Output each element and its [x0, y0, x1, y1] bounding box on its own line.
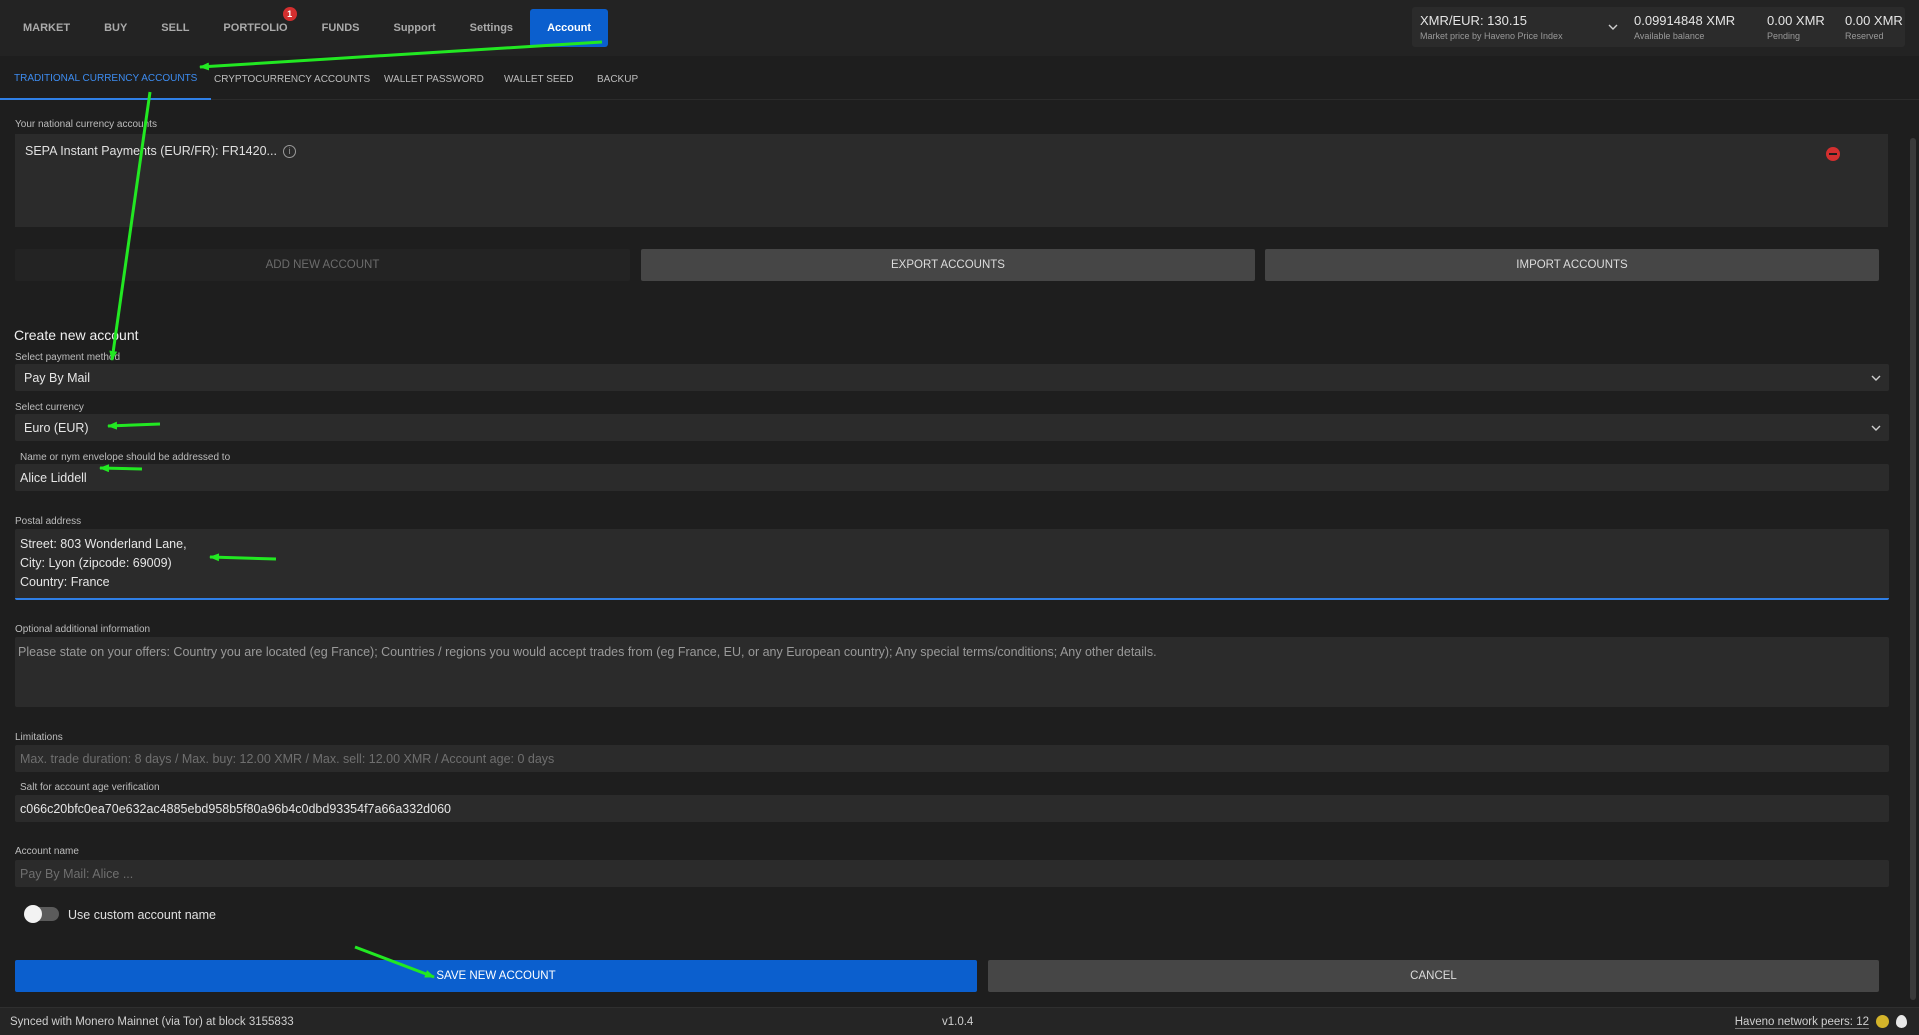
nav-portfolio[interactable]: PORTFOLIO 1	[206, 7, 304, 47]
limitations-label: Limitations	[15, 732, 63, 743]
app-version: v1.0.4	[942, 1016, 974, 1028]
reserved-balance: 0.00 XMR Reserved	[1845, 13, 1903, 41]
nav-market[interactable]: MARKET	[6, 9, 87, 47]
nav-sell-label: SELL	[161, 22, 190, 34]
pending-balance-caption: Pending	[1767, 31, 1801, 41]
pending-balance: 0.00 XMR Pending	[1767, 13, 1825, 41]
postal-address-line: Street: 803 Wonderland Lane,	[20, 537, 187, 551]
payment-method-value: Pay By Mail	[24, 370, 90, 385]
tab-backup[interactable]: BACKUP	[583, 58, 652, 100]
market-price-caption: Market price by Haveno Price Index	[1420, 31, 1563, 41]
available-balance-value: 0.09914848 XMR	[1634, 13, 1736, 28]
salt-input[interactable]: c066c20bfc0ea70e632ac4885ebd958b5f80a96b…	[15, 795, 1889, 822]
limitations-field: Max. trade duration: 8 days / Max. buy: …	[15, 745, 1889, 772]
create-account-title: Create new account	[14, 327, 139, 343]
status-bar: Synced with Monero Mainnet (via Tor) at …	[0, 1007, 1919, 1035]
tab-wallet-seed[interactable]: WALLET SEED	[490, 58, 587, 100]
account-name-placeholder: Pay By Mail: Alice ...	[20, 866, 134, 881]
additional-info-placeholder: Please state on your offers: Country you…	[18, 645, 1157, 659]
contact-name-label: Name or nym envelope should be addressed…	[20, 452, 231, 463]
postal-address-line: Country: France	[20, 575, 110, 589]
accounts-list: SEPA Instant Payments (EUR/FR): FR1420..…	[15, 134, 1888, 227]
portfolio-badge: 1	[282, 7, 297, 21]
chevron-down-icon	[1871, 375, 1881, 381]
monero-status-icon	[1876, 1015, 1889, 1028]
market-price-selector[interactable]: XMR/EUR: 130.15 Market price by Haveno P…	[1420, 13, 1618, 41]
nav-settings-label: Settings	[469, 22, 514, 34]
custom-account-name-toggle[interactable]	[24, 905, 59, 923]
custom-account-name-label: Use custom account name	[68, 908, 216, 922]
chevron-down-icon	[1608, 24, 1618, 30]
tab-cryptocurrency-accounts[interactable]: CRYPTOCURRENCY ACCOUNTS	[200, 58, 384, 100]
account-subtabs: TRADITIONAL CURRENCY ACCOUNTS CRYPTOCURR…	[0, 58, 1919, 100]
national-accounts-label: Your national currency accounts	[15, 119, 157, 130]
save-new-account-button[interactable]: SAVE NEW ACCOUNT	[15, 960, 977, 992]
nav-support-label: Support	[393, 22, 436, 34]
tab-wallet-password[interactable]: WALLET PASSWORD	[370, 58, 498, 100]
pending-balance-value: 0.00 XMR	[1767, 13, 1825, 28]
nav-funds[interactable]: FUNDS	[305, 9, 377, 47]
network-peers-link[interactable]: Haveno network peers: 12	[1734, 1016, 1869, 1029]
main-nav: MARKET BUY SELL PORTFOLIO 1 FUNDS Suppor…	[6, 7, 609, 47]
payment-method-label: Select payment method	[15, 352, 121, 363]
scrollbar-thumb[interactable]	[1910, 138, 1916, 1000]
scrollbar[interactable]	[1908, 100, 1919, 1005]
salt-value: c066c20bfc0ea70e632ac4885ebd958b5f80a96b…	[20, 801, 451, 816]
currency-label: Select currency	[15, 402, 84, 413]
currency-select[interactable]: Euro (EUR)	[15, 414, 1889, 441]
chevron-down-icon	[1871, 425, 1881, 431]
export-accounts-button[interactable]: EXPORT ACCOUNTS	[641, 249, 1255, 281]
available-balance-caption: Available balance	[1634, 31, 1705, 41]
salt-label: Salt for account age verification	[20, 782, 160, 793]
account-name-label: Account name	[15, 846, 79, 857]
postal-address-label: Postal address	[15, 516, 82, 527]
reserved-balance-caption: Reserved	[1845, 31, 1884, 41]
account-item-label: SEPA Instant Payments (EUR/FR): FR1420..…	[25, 144, 277, 158]
nav-settings[interactable]: Settings	[453, 9, 530, 47]
list-item[interactable]: SEPA Instant Payments (EUR/FR): FR1420..…	[25, 144, 296, 158]
tab-traditional-currency-accounts[interactable]: TRADITIONAL CURRENCY ACCOUNTS	[0, 58, 212, 100]
toggle-knob	[24, 905, 42, 923]
nav-funds-label: FUNDS	[321, 22, 360, 34]
sync-status: Synced with Monero Mainnet (via Tor) at …	[10, 1016, 294, 1028]
info-icon[interactable]: i	[282, 144, 296, 158]
available-balance: 0.09914848 XMR Available balance	[1634, 13, 1735, 41]
nav-support[interactable]: Support	[376, 9, 452, 47]
import-accounts-button[interactable]: IMPORT ACCOUNTS	[1265, 249, 1879, 281]
nav-account[interactable]: Account	[530, 9, 609, 47]
balance-panel: XMR/EUR: 130.15 Market price by Haveno P…	[1412, 7, 1905, 47]
nav-account-label: Account	[547, 22, 592, 34]
payment-method-select[interactable]: Pay By Mail	[15, 364, 1889, 391]
top-bar: MARKET BUY SELL PORTFOLIO 1 FUNDS Suppor…	[0, 0, 1919, 56]
reserved-balance-value: 0.00 XMR	[1845, 13, 1903, 28]
postal-address-input[interactable]: Street: 803 Wonderland Lane, City: Lyon …	[15, 529, 1889, 600]
contact-name-input[interactable]: Alice Liddell	[15, 464, 1889, 491]
market-price-value: XMR/EUR: 130.15	[1420, 13, 1527, 28]
remove-icon[interactable]	[1826, 147, 1840, 161]
cancel-button[interactable]: CANCEL	[988, 960, 1879, 992]
nav-buy-label: BUY	[104, 22, 128, 34]
postal-address-line: City: Lyon (zipcode: 69009)	[20, 556, 172, 570]
currency-value: Euro (EUR)	[24, 420, 89, 435]
add-new-account-button[interactable]: ADD NEW ACCOUNT	[15, 249, 630, 281]
additional-info-label: Optional additional information	[15, 624, 151, 635]
tor-onion-icon	[1896, 1015, 1907, 1028]
limitations-value: Max. trade duration: 8 days / Max. buy: …	[20, 751, 555, 766]
nav-market-label: MARKET	[23, 22, 71, 34]
nav-sell[interactable]: SELL	[144, 9, 206, 47]
contact-name-value: Alice Liddell	[20, 470, 87, 485]
account-name-input[interactable]: Pay By Mail: Alice ...	[15, 860, 1889, 887]
nav-buy[interactable]: BUY	[87, 9, 144, 47]
nav-portfolio-label: PORTFOLIO	[223, 22, 288, 34]
additional-info-input[interactable]: Please state on your offers: Country you…	[15, 637, 1889, 707]
